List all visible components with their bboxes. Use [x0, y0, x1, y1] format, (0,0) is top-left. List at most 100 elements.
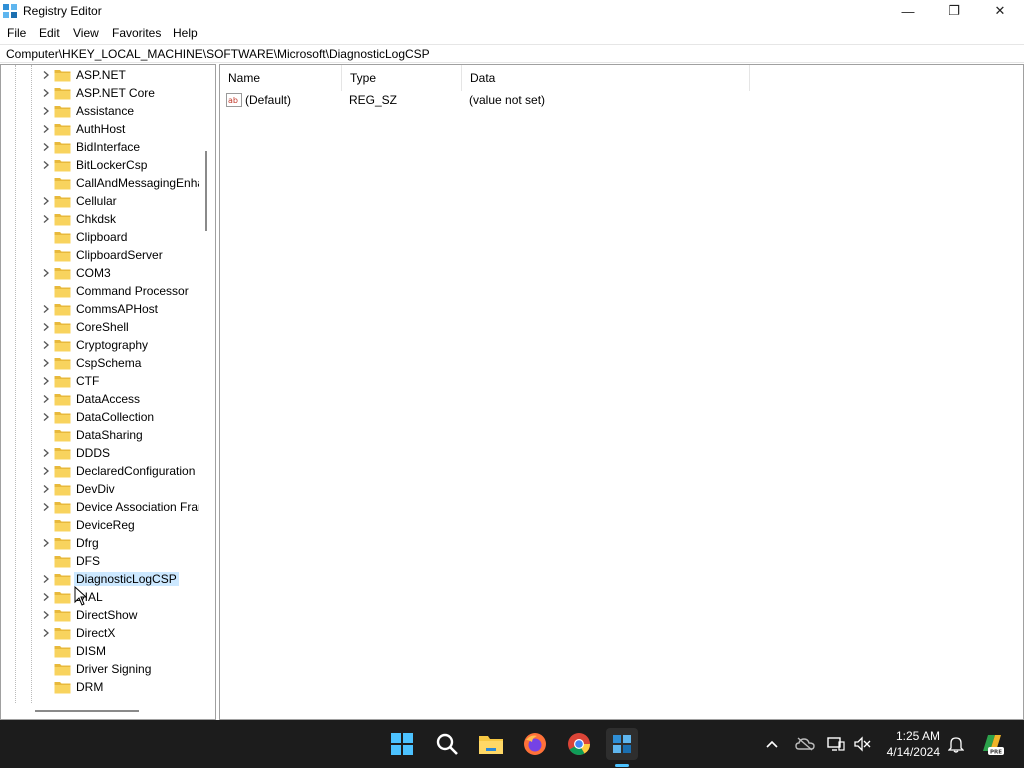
key-tree[interactable]: ASP.NET ASP.NET Core Assistance AuthHost Bid… [1, 65, 199, 703]
close-button[interactable]: ✕ [977, 0, 1023, 22]
chevron-right-icon[interactable] [41, 484, 51, 494]
tree-item[interactable]: BidInterface [1, 138, 199, 156]
tree-horizontal-scrollbar[interactable] [1, 703, 199, 719]
tree-item[interactable]: DeclaredConfiguration [1, 462, 199, 480]
menu-help[interactable]: Help [173, 26, 198, 40]
chevron-right-icon[interactable] [41, 88, 51, 98]
search-button[interactable] [431, 728, 463, 760]
chevron-right-icon[interactable] [41, 574, 51, 584]
tree-item[interactable]: Device Association Fran [1, 498, 199, 516]
tree-item[interactable]: COM3 [1, 264, 199, 282]
chevron-right-icon[interactable] [41, 412, 51, 422]
show-hidden-icons-button[interactable] [760, 732, 784, 756]
tree-item[interactable]: DISM [1, 642, 199, 660]
folder-icon [54, 646, 71, 658]
tree-item[interactable]: DeviceReg [1, 516, 199, 534]
chevron-right-icon[interactable] [41, 376, 51, 386]
tree-item[interactable]: DataSharing [1, 426, 199, 444]
tree-item[interactable]: DFS [1, 552, 199, 570]
chevron-right-icon[interactable] [41, 502, 51, 512]
tree-item[interactable]: DRM [1, 678, 199, 696]
tree-vertical-scroll-thumb[interactable] [205, 151, 207, 231]
column-header-data[interactable]: Data [462, 65, 750, 91]
tree-item[interactable]: ClipboardServer [1, 246, 199, 264]
tree-item[interactable]: Clipboard [1, 228, 199, 246]
chevron-right-icon[interactable] [41, 358, 51, 368]
tree-item[interactable]: Assistance [1, 102, 199, 120]
chevron-right-icon[interactable] [41, 322, 51, 332]
tree-item[interactable]: CoreShell [1, 318, 199, 336]
address-path[interactable]: Computer\HKEY_LOCAL_MACHINE\SOFTWARE\Mic… [6, 47, 430, 61]
chevron-right-icon[interactable] [41, 142, 51, 152]
chevron-right-icon[interactable] [41, 106, 51, 116]
tree-item[interactable]: Command Processor [1, 282, 199, 300]
tree-item[interactable]: DataCollection [1, 408, 199, 426]
chevron-right-icon[interactable] [41, 160, 51, 170]
tree-item[interactable]: DDDS [1, 444, 199, 462]
column-header-type[interactable]: Type [342, 65, 462, 91]
tree-item[interactable]: Cryptography [1, 336, 199, 354]
tree-item[interactable]: DirectShow [1, 606, 199, 624]
tree-item-label: DDDS [76, 446, 111, 460]
values-list-pane[interactable]: Name Type Data ab (Default) REG_SZ (valu… [219, 64, 1024, 720]
chevron-right-icon[interactable] [41, 628, 51, 638]
tree-item[interactable]: Dfrg [1, 534, 199, 552]
folder-icon [54, 268, 71, 280]
tree-item[interactable]: DIAL [1, 588, 199, 606]
tree-item[interactable]: DirectX [1, 624, 199, 642]
chevron-right-icon[interactable] [41, 592, 51, 602]
tree-item[interactable]: CTF [1, 372, 199, 390]
address-bar[interactable]: Computer\HKEY_LOCAL_MACHINE\SOFTWARE\Mic… [0, 44, 1024, 63]
tree-item[interactable]: DiagnosticLogCSP [1, 570, 199, 588]
chevron-right-icon[interactable] [41, 340, 51, 350]
tree-item[interactable]: ASP.NET [1, 66, 199, 84]
column-header-name[interactable]: Name [220, 65, 342, 91]
tree-item[interactable]: Driver Signing [1, 660, 199, 678]
key-tree-pane[interactable]: ASP.NET ASP.NET Core Assistance AuthHost Bid… [0, 64, 216, 720]
chevron-right-icon[interactable] [41, 304, 51, 314]
tree-item[interactable]: BitLockerCsp [1, 156, 199, 174]
tree-item[interactable]: ASP.NET Core [1, 84, 199, 102]
copilot-button[interactable]: PRE [976, 728, 1008, 760]
chevron-right-icon[interactable] [41, 394, 51, 404]
folder-icon [54, 448, 71, 460]
tree-item[interactable]: CallAndMessagingEnha [1, 174, 199, 192]
tree-item[interactable]: DevDiv [1, 480, 199, 498]
chevron-right-icon[interactable] [41, 124, 51, 134]
chevron-right-icon[interactable] [41, 70, 51, 80]
menu-view[interactable]: View [73, 26, 99, 40]
clock[interactable]: 1:25 AM 4/14/2024 [887, 728, 940, 760]
chrome-button[interactable] [563, 728, 595, 760]
minimize-button[interactable]: — [885, 0, 931, 22]
network-button[interactable] [824, 732, 848, 756]
maximize-button[interactable]: ❐ [931, 0, 977, 22]
notifications-button[interactable] [944, 732, 968, 756]
chevron-right-icon[interactable] [41, 466, 51, 476]
firefox-button[interactable] [519, 728, 551, 760]
file-explorer-button[interactable] [475, 728, 507, 760]
mouse-cursor-icon [74, 586, 87, 606]
chevron-right-icon[interactable] [41, 196, 51, 206]
menu-file[interactable]: File [7, 26, 26, 40]
tree-item[interactable]: DataAccess [1, 390, 199, 408]
tree-item[interactable]: Chkdsk [1, 210, 199, 228]
tree-item[interactable]: AuthHost [1, 120, 199, 138]
tree-horizontal-scroll-thumb[interactable] [35, 710, 139, 712]
title-bar: Registry Editor — ❐ ✕ [0, 0, 1024, 22]
start-button[interactable] [386, 728, 418, 760]
registry-editor-taskbar-button[interactable] [606, 728, 638, 760]
chevron-right-icon[interactable] [41, 538, 51, 548]
value-row[interactable]: ab (Default) REG_SZ (value not set) [220, 91, 920, 109]
tree-item[interactable]: CommsAPHost [1, 300, 199, 318]
chevron-right-icon[interactable] [41, 448, 51, 458]
tree-vertical-scrollbar[interactable] [199, 65, 215, 703]
chevron-right-icon[interactable] [41, 268, 51, 278]
chevron-right-icon[interactable] [41, 214, 51, 224]
menu-favorites[interactable]: Favorites [112, 26, 161, 40]
tree-item[interactable]: Cellular [1, 192, 199, 210]
volume-button[interactable] [850, 732, 874, 756]
chevron-right-icon[interactable] [41, 610, 51, 620]
menu-edit[interactable]: Edit [39, 26, 60, 40]
onedrive-button[interactable] [793, 732, 817, 756]
tree-item[interactable]: CspSchema [1, 354, 199, 372]
